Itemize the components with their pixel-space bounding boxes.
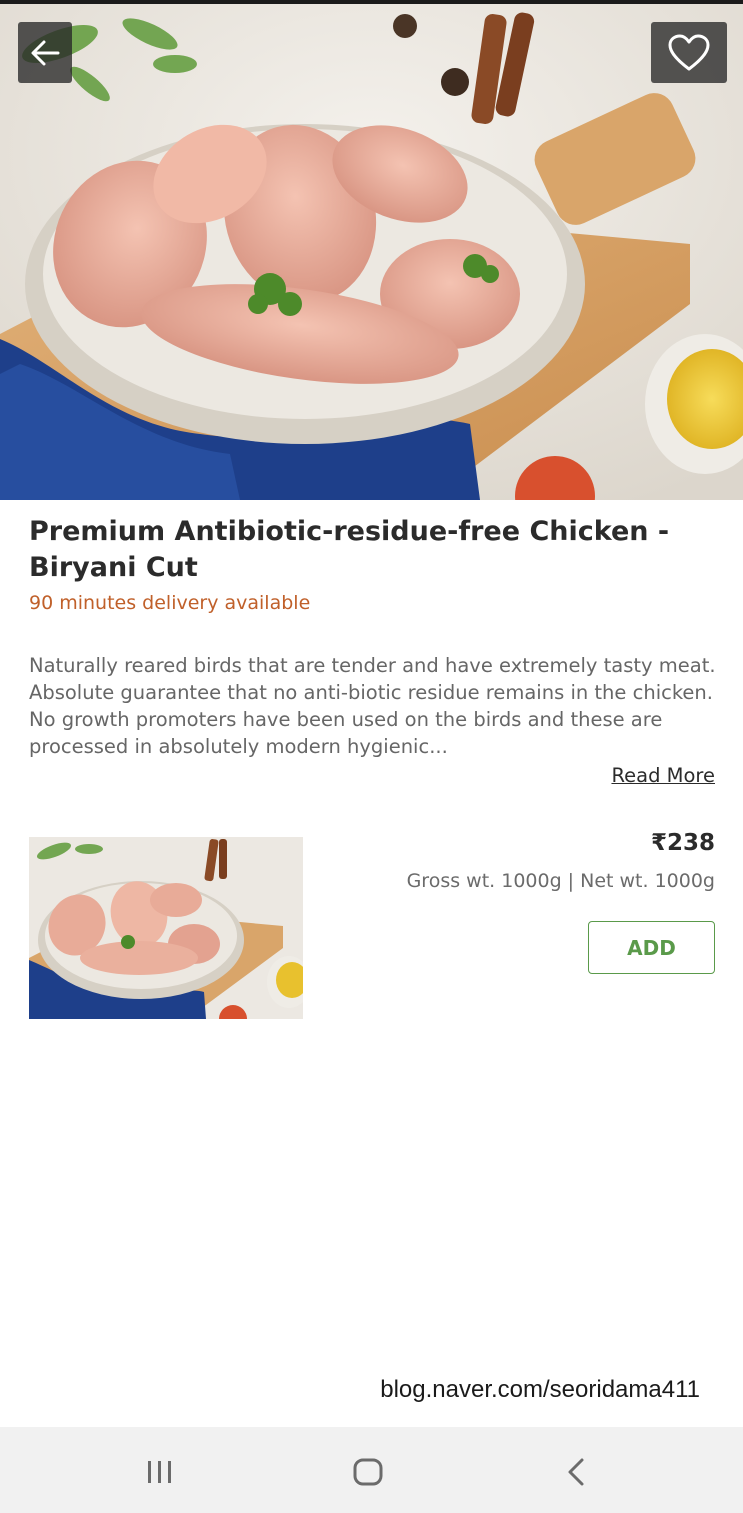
variant-weight: Gross wt. 1000g | Net wt. 1000g	[406, 870, 715, 892]
variant-thumbnail	[29, 837, 303, 1019]
product-hero-image	[0, 4, 743, 500]
arrow-left-icon	[31, 40, 60, 65]
heart-icon	[668, 34, 710, 70]
recent-apps-icon[interactable]	[145, 1459, 175, 1485]
product-description: Naturally reared birds that are tender a…	[29, 654, 716, 758]
add-to-cart-button[interactable]: ADD	[588, 921, 715, 974]
favorite-button[interactable]	[651, 22, 727, 83]
watermark-text: blog.naver.com/seoridama411	[380, 1376, 700, 1403]
delivery-info: 90 minutes delivery available	[29, 592, 311, 614]
home-icon[interactable]	[352, 1457, 384, 1487]
read-more-link[interactable]: Read More	[611, 764, 715, 787]
system-navigation-bar	[0, 1427, 743, 1513]
back-chevron-icon[interactable]	[565, 1457, 587, 1487]
back-button[interactable]	[18, 22, 72, 83]
variant-price: ₹238	[650, 830, 715, 856]
product-title: Premium Antibiotic-residue-free Chicken …	[29, 516, 670, 583]
